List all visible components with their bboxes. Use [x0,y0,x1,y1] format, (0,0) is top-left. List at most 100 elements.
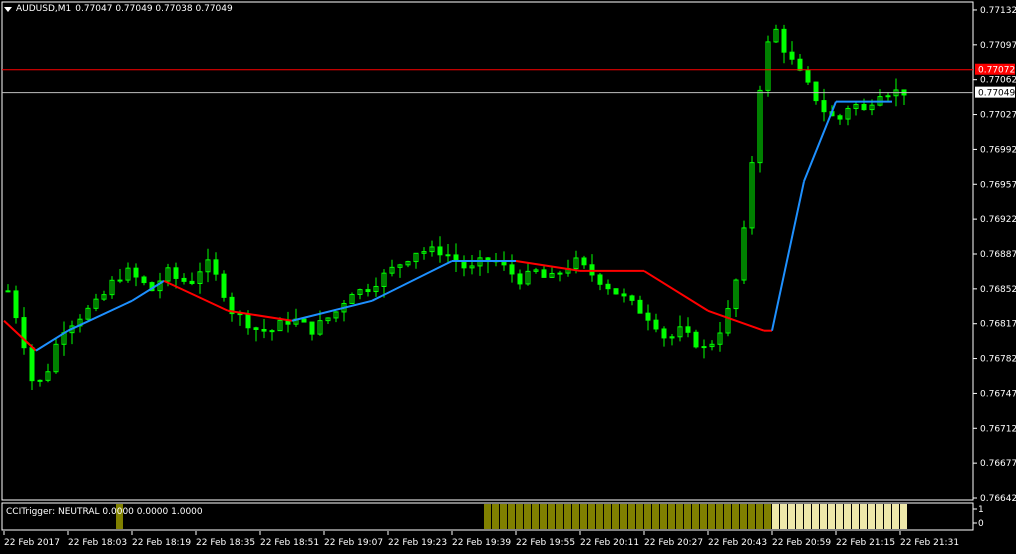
indicator-scale-label: 1 [978,505,984,515]
time-label: 22 Feb 21:15 [836,538,895,548]
indicator-histogram-bar [644,504,651,529]
dropdown-triangle-icon[interactable] [4,6,12,12]
candle-body [861,103,867,111]
candle-body [173,267,179,279]
time-label: 22 Feb 18:03 [68,538,127,548]
candle-body [461,260,467,269]
trend-line-segment [67,299,133,332]
price-label: 0.76922 [980,215,1016,225]
candle-body [781,28,787,53]
trend-line-segment [515,259,581,272]
indicator-histogram-bar [556,504,563,529]
indicator-histogram-bar [508,504,515,529]
candle-body [261,328,267,332]
price-label: 0.77097 [980,41,1016,51]
candle-body [301,318,307,323]
price-chart[interactable]: 0.77132 0.77097 0.77062 0.77027 0.76992 0.769… [0,0,1016,551]
indicator-histogram-bar [484,504,491,529]
indicator-histogram-bar [844,504,851,529]
candle-body [645,312,651,321]
time-label: 22 Feb 20:27 [644,538,703,548]
time-label: 22 Feb 19:23 [388,538,447,548]
candle-body [181,277,187,282]
candle-body [269,330,275,333]
candle-body [629,295,635,301]
price-label: 0.77062 [980,76,1016,86]
candle-body [885,95,891,98]
indicator-histogram-bar [876,504,883,529]
candle-body [797,58,803,71]
trend-line-segment [163,279,229,312]
price-label: 0.76642 [980,494,1016,504]
indicator-histogram-bar [796,504,803,529]
indicator-histogram-bar [636,504,643,529]
indicator-histogram-bar [884,504,891,529]
candle-body [445,254,451,257]
candle-body [557,272,563,275]
candle-body [253,327,259,330]
candle-body [309,321,315,335]
candle-body [581,257,587,266]
symbol-name: AUDUSD,M1 [16,4,72,14]
price-label: 0.76817 [980,320,1016,330]
candle-body [21,317,27,349]
candle-body [213,259,219,275]
price-label: 0.76887 [980,250,1016,260]
time-label: 22 Feb 18:51 [260,538,319,548]
price-label: 0.76677 [980,459,1016,469]
indicator-histogram-bar [772,504,779,529]
candle-body [613,288,619,295]
indicator-histogram-bar [580,504,587,529]
candle-body [597,274,603,285]
time-label: 22 Feb 19:39 [452,538,511,548]
candle-body [621,293,627,297]
chart-window[interactable]: 0.77132 0.77097 0.77062 0.77027 0.76992 0.769… [0,0,1016,551]
candle-body [245,313,251,329]
indicator-histogram-bar [716,504,723,529]
indicator-histogram-bar [812,504,819,529]
indicator-histogram-bar [868,504,875,529]
time-label: 22 Feb 19:07 [324,538,383,548]
indicator-histogram-bar [740,504,747,529]
indicator-histogram-bar [564,504,571,529]
indicator-histogram-bar [860,504,867,529]
main-chart-frame [1,1,974,501]
candle-body [637,299,643,314]
indicator-histogram-bar [748,504,755,529]
indicator-histogram-bar [900,504,907,529]
candle-body [821,100,827,113]
candle-body [221,273,227,298]
time-label: 22 Feb 21:31 [900,538,959,548]
indicator-histogram-bar [700,504,707,529]
price-label: 0.76747 [980,389,1016,399]
candle-body [141,276,147,284]
time-label: 22 Feb 20:43 [708,538,767,548]
indicator-histogram-bar [660,504,667,529]
candle-body [365,289,371,293]
trend-line-segment [643,270,709,312]
indicator-histogram-bar [788,504,795,529]
indicator-histogram-bar [612,504,619,529]
trend-line-segment [3,319,37,352]
candle-body [789,51,795,60]
ohlc-values: 0.77047 0.77049 0.77038 0.77049 [75,4,233,14]
candle-body [37,379,43,382]
indicator-histogram-bar [548,504,555,529]
candle-body [517,273,523,285]
indicator-histogram-bar [892,504,899,529]
price-label: 0.76712 [980,424,1016,434]
indicator-histogram-bar [524,504,531,529]
ask-price-tag-label: 0.77072 [978,66,1015,76]
time-label: 22 Feb 20:11 [580,538,639,548]
candle-body [133,267,139,278]
candle-body [653,319,659,330]
candle-body [5,290,11,293]
indicator-histogram-bar [676,504,683,529]
indicator-histogram-bar [540,504,547,529]
candle-body [509,264,515,275]
chart-symbol-header[interactable]: AUDUSD,M1 0.77047 0.77049 0.77038 0.7704… [4,4,233,14]
trend-line-segment [35,329,69,352]
indicator-histogram-bar [532,504,539,529]
indicator-histogram-bar [724,504,731,529]
indicator-histogram-bar [492,504,499,529]
